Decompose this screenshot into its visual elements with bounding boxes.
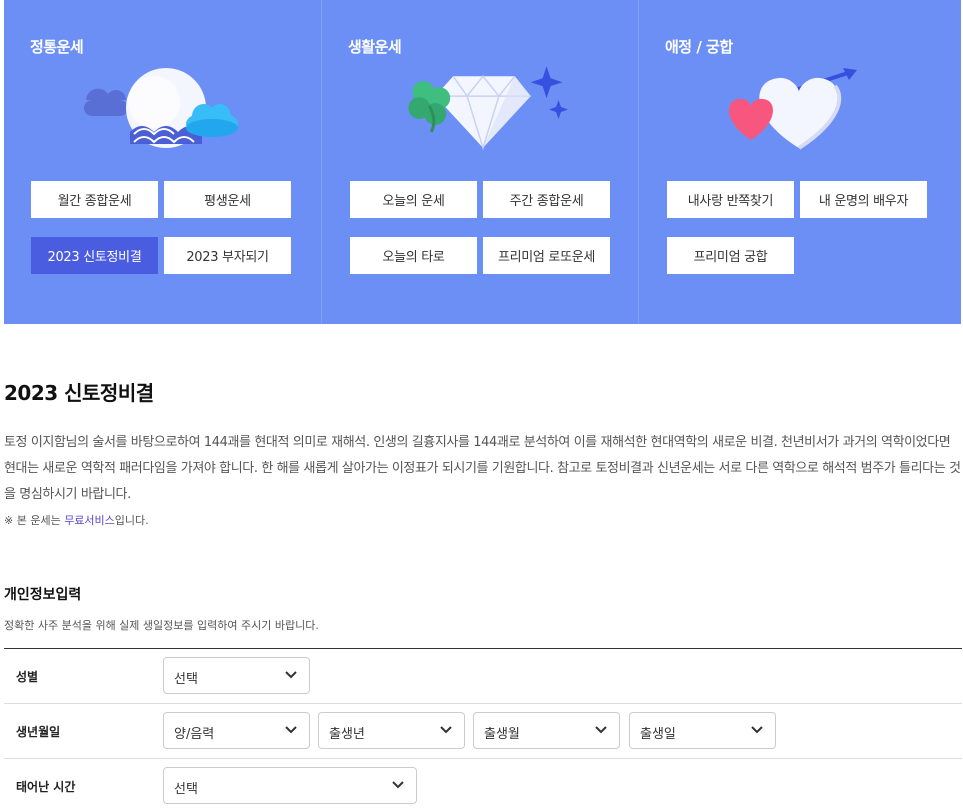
- form-title: 개인정보입력: [4, 587, 82, 603]
- btn-tojeong-2023[interactable]: 2023 신토정비결: [31, 237, 158, 274]
- note-prefix: ※ 본 운세는: [4, 514, 65, 527]
- personal-info-form: 성별 선택 생년월일 양/음력 출생년 출생월 출생일 태어난 시간 선택: [4, 648, 962, 812]
- birth-year-select[interactable]: 출생년: [318, 712, 465, 749]
- free-service-link: 무료서비스: [64, 514, 115, 527]
- birth-time-value: 선택: [174, 782, 198, 797]
- note-suffix: 입니다.: [114, 514, 149, 527]
- btn-monthly-fortune[interactable]: 월간 종합운세: [31, 181, 158, 218]
- chevron-down-icon: [440, 726, 452, 734]
- btn-find-soulmate[interactable]: 내사랑 반쪽찾기: [667, 181, 794, 218]
- chevron-down-icon: [285, 726, 297, 734]
- birth-time-row: 태어난 시간 선택: [4, 759, 962, 812]
- chevron-down-icon: [751, 726, 763, 734]
- btn-lifetime-fortune[interactable]: 평생운세: [164, 181, 291, 218]
- chevron-down-icon: [285, 671, 297, 679]
- gender-value: 선택: [174, 672, 198, 687]
- moon-cloud-icon: [84, 68, 238, 148]
- form-subtitle: 정확한 사주 분석을 위해 실제 생일정보를 입력하여 주시기 바랍니다.: [4, 619, 319, 632]
- calendar-type-value: 양/음력: [174, 727, 215, 742]
- birth-day-select[interactable]: 출생일: [629, 712, 776, 749]
- chevron-down-icon: [392, 781, 404, 789]
- birthdate-row: 생년월일 양/음력 출생년 출생월 출생일: [4, 704, 962, 759]
- gender-row: 성별 선택: [4, 649, 962, 704]
- hearts-arrow-icon: [729, 68, 857, 150]
- calendar-type-select[interactable]: 양/음력: [163, 712, 310, 749]
- gender-label: 성별: [16, 670, 39, 684]
- category-lifestyle: 생활운세 오늘의 운세 주간 종합운세 오늘의 타로 프리미엄 로또운세: [321, 0, 639, 324]
- category-love: 애정 / 궁합 내사랑 반쪽찾기 내 운명의 배우자 프리미엄 궁합: [639, 0, 956, 324]
- page-description: 토정 이지함님의 술서를 바탕으로하여 144괘를 현대적 의미로 재해석. 인…: [4, 435, 961, 502]
- page-title: 2023 신토정비결: [4, 381, 154, 405]
- chevron-down-icon: [595, 726, 607, 734]
- birth-time-select[interactable]: 선택: [163, 767, 417, 804]
- btn-premium-lotto[interactable]: 프리미엄 로또운세: [483, 237, 610, 274]
- clover-diamond-icon: [408, 66, 568, 151]
- birth-month-value: 출생월: [484, 727, 520, 742]
- category-title: 애정 / 궁합: [665, 38, 733, 56]
- btn-today-tarot[interactable]: 오늘의 타로: [350, 237, 477, 274]
- category-title: 생활운세: [348, 38, 402, 56]
- btn-rich-2023[interactable]: 2023 부자되기: [164, 237, 291, 274]
- birthdate-label: 생년월일: [16, 725, 61, 739]
- category-title: 정통운세: [30, 38, 84, 56]
- birth-time-label: 태어난 시간: [16, 780, 76, 794]
- btn-weekly-fortune[interactable]: 주간 종합운세: [483, 181, 610, 218]
- btn-premium-compatibility[interactable]: 프리미엄 궁합: [667, 237, 794, 274]
- birth-year-value: 출생년: [329, 727, 365, 742]
- btn-today-fortune[interactable]: 오늘의 운세: [350, 181, 477, 218]
- gender-select[interactable]: 선택: [163, 657, 310, 694]
- btn-destined-spouse[interactable]: 내 운명의 배우자: [800, 181, 927, 218]
- category-banner: 정통운세 월간 종합운세 평생운세 2023 신토정비결 2023 부자되기 생…: [4, 0, 961, 324]
- birth-day-value: 출생일: [640, 727, 676, 742]
- free-service-note: ※ 본 운세는 무료서비스입니다.: [4, 512, 149, 528]
- category-traditional: 정통운세 월간 종합운세 평생운세 2023 신토정비결 2023 부자되기: [4, 0, 321, 324]
- birth-month-select[interactable]: 출생월: [473, 712, 620, 749]
